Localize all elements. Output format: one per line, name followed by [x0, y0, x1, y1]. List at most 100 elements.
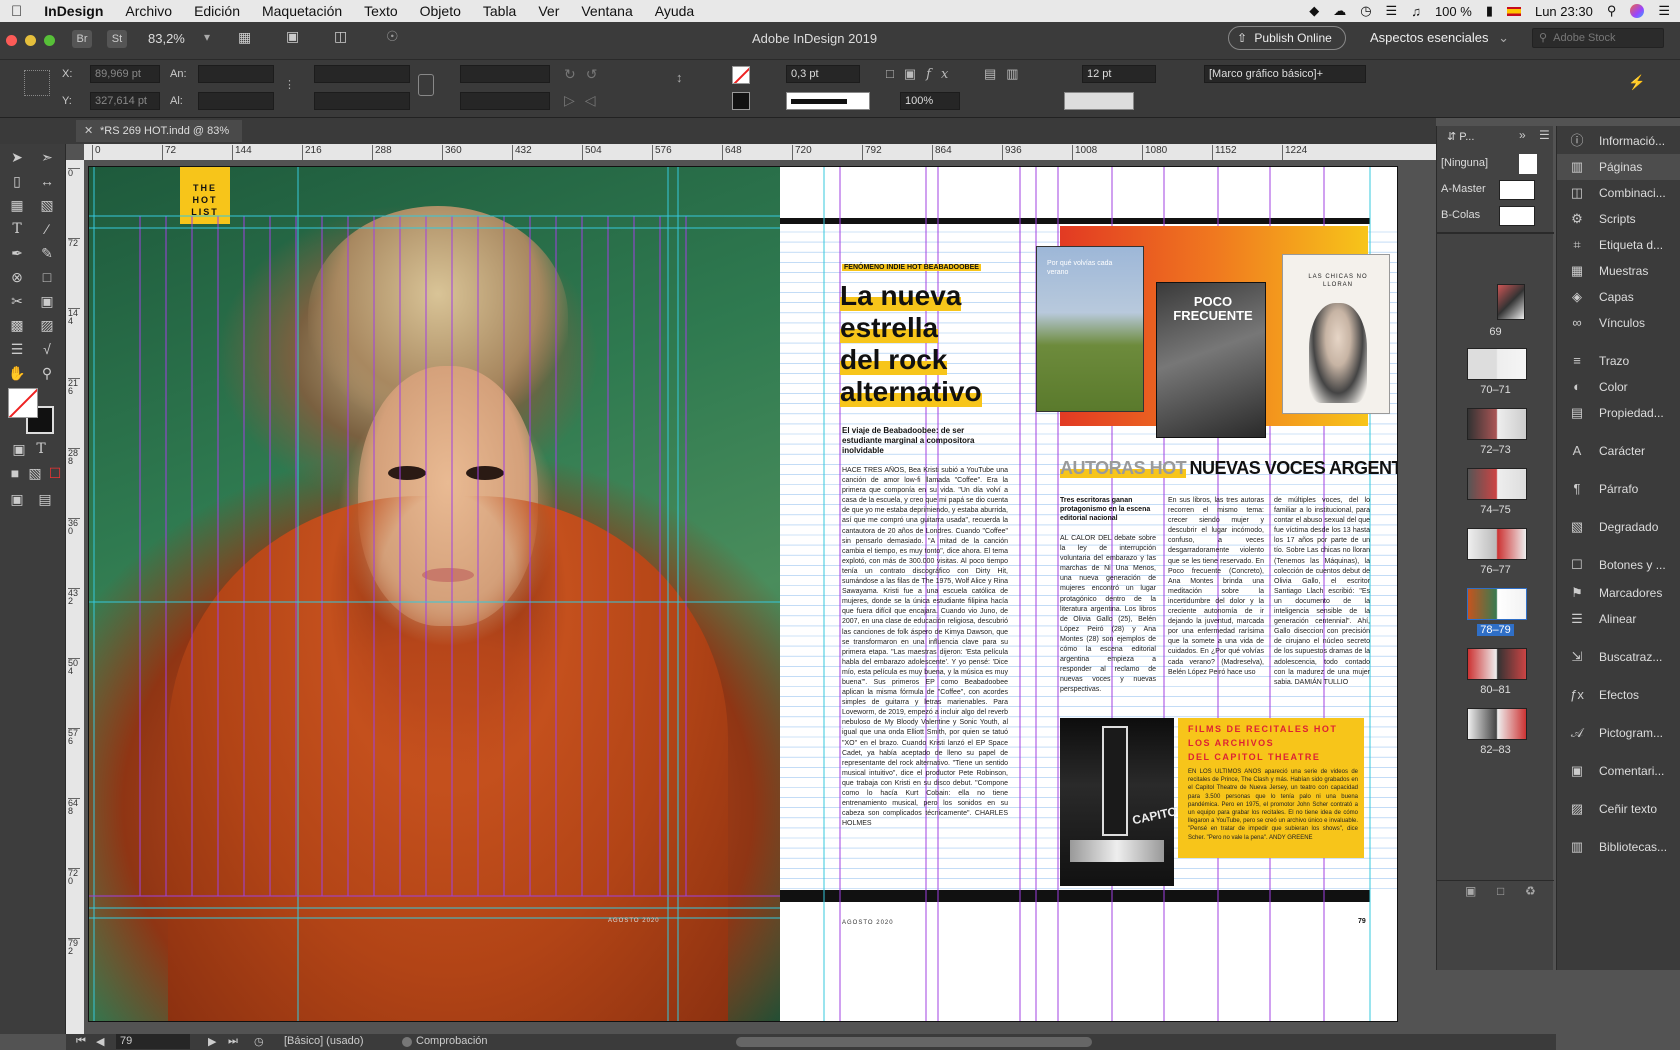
rotation-field[interactable] [460, 65, 550, 83]
screen-mode-icon[interactable]: ▣ [286, 28, 299, 45]
volume-icon[interactable]: ♫ [1411, 4, 1421, 19]
article-headline[interactable]: La nueva estrella del rock alternativo [840, 280, 1020, 408]
master-a[interactable]: A-Master [1437, 178, 1554, 200]
gradient-swatch-tool-icon[interactable]: ▩ [6, 314, 28, 336]
dock-item-efectos[interactable]: ƒx Efectos [1557, 682, 1680, 708]
page-thumb-70-71[interactable] [1467, 348, 1527, 380]
page-thumb-76-77[interactable] [1467, 528, 1527, 560]
dock-item-páginas[interactable]: ▥ Páginas [1557, 154, 1680, 180]
notification-icon[interactable]: ☰ [1658, 3, 1670, 19]
battery-icon[interactable]: ▮ [1486, 3, 1493, 19]
content-placer-icon[interactable]: ▧ [36, 194, 58, 216]
master-none[interactable]: [Ninguna] [1437, 152, 1554, 174]
menu-archivo[interactable]: Archivo [114, 3, 183, 19]
gradient-feather-tool-icon[interactable]: ▨ [36, 314, 58, 336]
scissors-tool-icon[interactable]: ✂ [6, 290, 28, 312]
dock-item-scripts[interactable]: ⚙ Scripts [1557, 206, 1680, 232]
style-indicator[interactable]: [Básico] (usado) [284, 1035, 363, 1047]
stroke-weight-field[interactable]: 0,3 pt [786, 65, 860, 83]
page-thumb-74-75[interactable] [1467, 468, 1527, 500]
section-header[interactable]: AUTORAS HOT NUEVAS VOCES ARGENTINAS [1060, 458, 1398, 479]
hand-tool-icon[interactable]: ✋ [6, 362, 28, 384]
new-page-icon[interactable]: □ [1497, 884, 1504, 898]
zoom-tool-icon[interactable]: ⚲ [36, 362, 58, 384]
formatting-container-icon[interactable]: ▣ [8, 438, 30, 460]
gap-tool-icon[interactable]: ↔ [36, 170, 58, 192]
x-position-field[interactable]: 89,969 pt [90, 65, 160, 83]
dock-item-párrafo[interactable]: ¶ Párrafo [1557, 476, 1680, 502]
page-label-69[interactable]: 69 [1437, 326, 1554, 338]
wifi-icon[interactable]: ☰ [1386, 3, 1398, 19]
select-container-icon[interactable]: ↕ [676, 70, 683, 85]
page-label-80-81[interactable]: 80–81 [1437, 684, 1554, 696]
type-tool-icon[interactable]: T [6, 218, 28, 240]
dock-item-color[interactable]: ◐ Color [1557, 374, 1680, 400]
rotate-icons[interactable]: ↻↺ [564, 66, 607, 83]
dock-item-marcadores[interactable]: ⚑ Marcadores [1557, 580, 1680, 606]
menu-objeto[interactable]: Objeto [409, 3, 472, 19]
clock[interactable]: Lun 23:30 [1535, 4, 1593, 19]
cover-photo-frame[interactable]: THE HOT LIST AGOSTO 2020 [88, 166, 780, 1022]
eyedropper-tool-icon[interactable]: √ [36, 338, 58, 360]
page-number-field[interactable]: 79 [116, 1034, 190, 1049]
line-tool-icon[interactable]: ∕ [36, 218, 58, 240]
object-style-dropdown[interactable]: [Marco gráfico básico]+ [1204, 65, 1366, 83]
next-page-icon[interactable]: ▶ [208, 1035, 216, 1048]
spotlight-icon[interactable]: ⚲ [1607, 3, 1617, 19]
menu-edicion[interactable]: Edición [183, 3, 251, 19]
frame-fitting-icons[interactable]: □▣fx [886, 66, 958, 82]
page-label-74-75[interactable]: 74–75 [1437, 504, 1554, 516]
text-wrap-icons[interactable]: ▤▥ [984, 66, 1029, 82]
dock-item-trazo[interactable]: ≡ Trazo [1557, 348, 1680, 374]
bridge-button[interactable]: Br [72, 30, 92, 48]
pencil-tool-icon[interactable]: ✎ [36, 242, 58, 264]
fill-stroke-swatches[interactable] [8, 388, 56, 436]
right-page[interactable]: FENÓMENO INDIE HOT BEABADOOBEE La nueva … [780, 166, 1398, 1022]
dock-item-degradado[interactable]: ▧ Degradado [1557, 514, 1680, 540]
capitol-photo[interactable]: CAPITOL [1060, 718, 1185, 886]
master-b[interactable]: B-Colas [1437, 204, 1554, 226]
page-label-78-79[interactable]: 78–79 [1437, 624, 1554, 636]
book-cover-3[interactable]: LAS CHICAS NO LLORAN [1282, 254, 1390, 414]
battery-text[interactable]: 100 % [1435, 4, 1472, 19]
siri-icon[interactable] [1630, 4, 1645, 18]
dock-item-comentari[interactable]: ▣ Comentari... [1557, 758, 1680, 784]
stroke-swatch[interactable] [732, 92, 750, 110]
panel-menu-icon[interactable]: ☰ [1539, 128, 1550, 142]
app-menu[interactable]: InDesign [33, 3, 114, 19]
pages-panel-tab[interactable]: ⇵ P... [1441, 128, 1511, 146]
cloud-icon[interactable]: ☁ [1333, 3, 1346, 19]
article-kicker[interactable]: FENÓMENO INDIE HOT BEABADOOBEE [842, 264, 981, 271]
dock-item-botones-y[interactable]: ☐ Botones y ... [1557, 552, 1680, 578]
formatting-text-icon[interactable]: T [30, 438, 52, 460]
page-size-icon[interactable]: ▣ [1465, 884, 1476, 898]
preflight-label[interactable]: Comprobación [416, 1035, 488, 1047]
height-field[interactable] [198, 92, 274, 110]
note-tool-icon[interactable]: ☰ [6, 338, 28, 360]
dock-item-alinear[interactable]: ☰ Alinear [1557, 606, 1680, 632]
dock-item-combinaci[interactable]: ◫ Combinaci... [1557, 180, 1680, 206]
fill-swatch[interactable] [732, 66, 750, 84]
pen-tool-icon[interactable]: ✒ [6, 242, 28, 264]
page-tool-icon[interactable]: ▯ [6, 170, 28, 192]
delete-page-icon[interactable]: ♻ [1525, 884, 1536, 898]
shear-field[interactable] [460, 92, 550, 110]
columns-preview[interactable] [1064, 92, 1134, 110]
scale-y-field[interactable] [314, 92, 410, 110]
document-tab[interactable]: ✕ *RS 269 HOT.indd @ 83% [76, 120, 242, 142]
horizontal-scrollbar[interactable] [736, 1037, 1092, 1047]
capitol-box[interactable]: FILMS DE RECITALES HOT LOS ARCHIVOS DEL … [1178, 718, 1364, 858]
book-cover-1[interactable]: Por qué volvías cada verano [1036, 246, 1144, 412]
menu-texto[interactable]: Texto [353, 3, 408, 19]
rectangle-tool-icon[interactable]: □ [36, 266, 58, 288]
page-thumb-82-83[interactable] [1467, 708, 1527, 740]
page-label-76-77[interactable]: 76–77 [1437, 564, 1554, 576]
dropbox-icon[interactable]: ◆ [1309, 3, 1319, 19]
close-window-button[interactable] [6, 35, 17, 46]
page-thumb-78-79[interactable] [1467, 588, 1527, 620]
dock-item-ceñir-texto[interactable]: ▨ Ceñir texto [1557, 796, 1680, 822]
section-column-1[interactable]: AL CALOR DEL debate sobre la ley de inte… [1060, 534, 1156, 694]
open-page-icon[interactable]: ◷ [254, 1035, 264, 1048]
collapse-panel-icon[interactable]: » [1519, 128, 1526, 142]
section-column-3[interactable]: de múltiples voces, del lo familiar a lo… [1274, 496, 1370, 696]
